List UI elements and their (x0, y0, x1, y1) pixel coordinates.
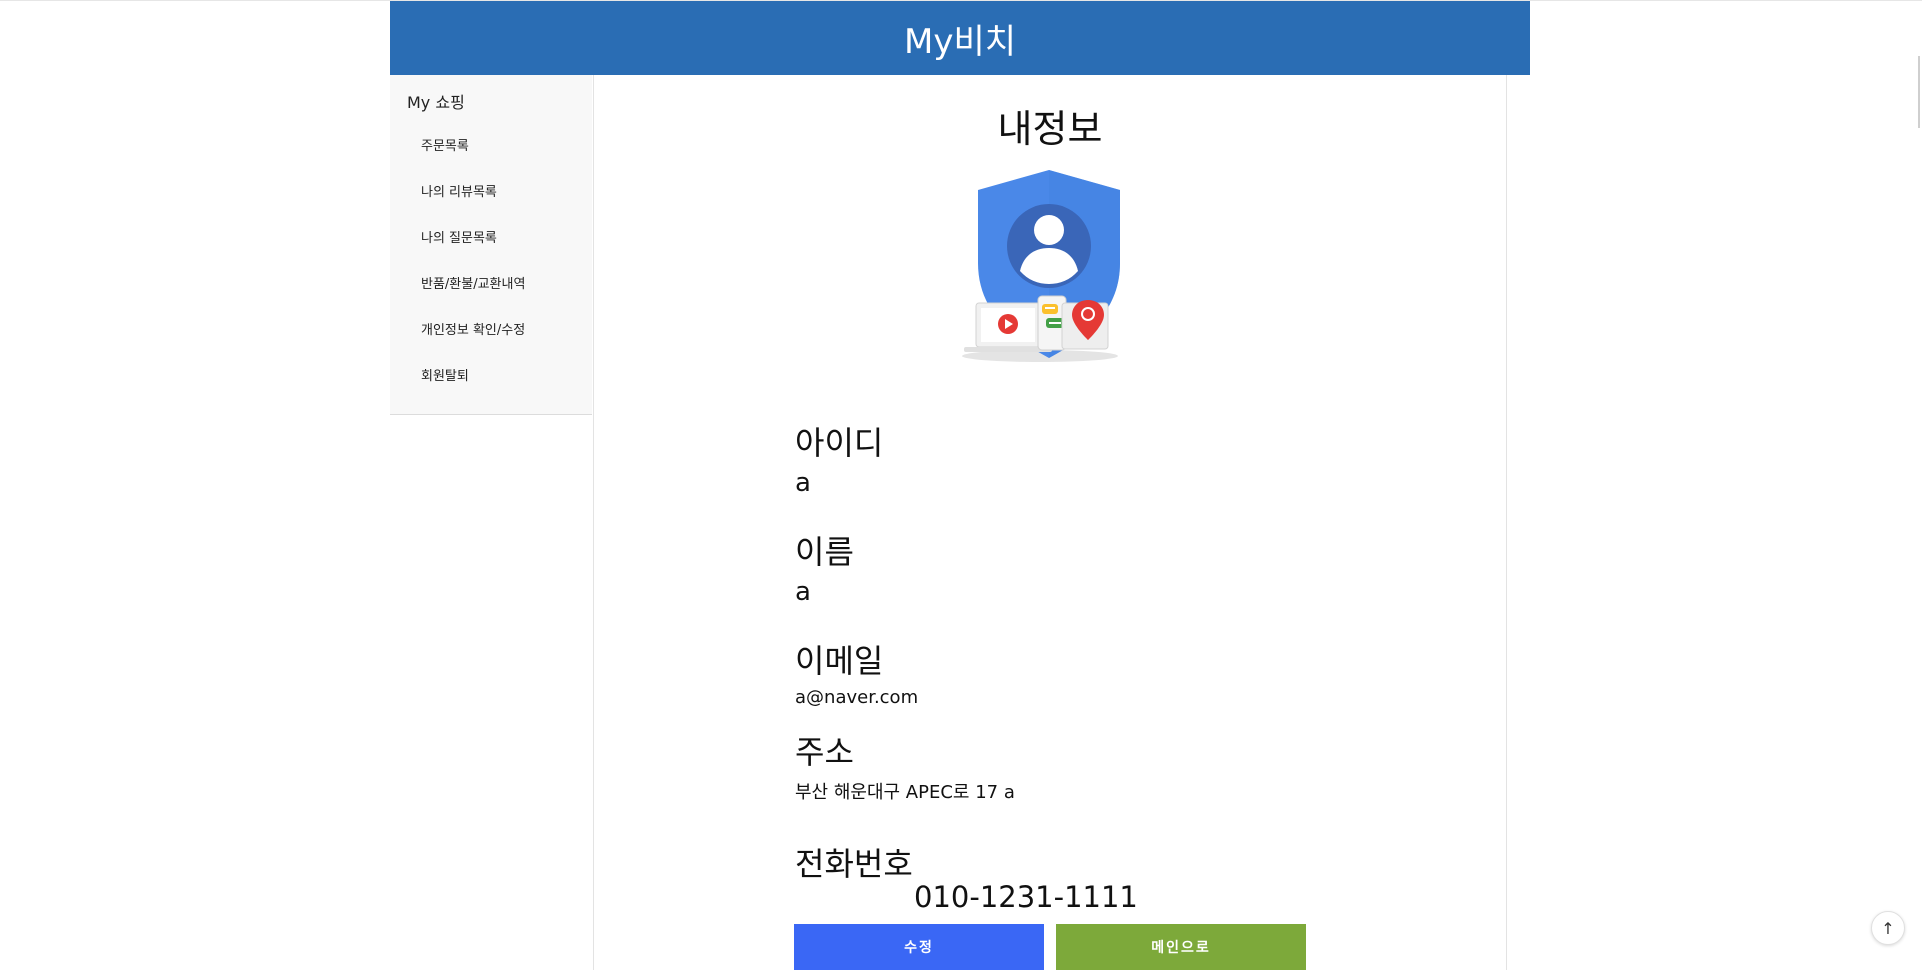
field-value-name: a (795, 577, 811, 607)
site-title[interactable]: My비치 (904, 14, 1016, 63)
field-value-address: 부산 해운대구 APEC로 17 a (795, 782, 1015, 803)
field-label-address: 주소 (795, 733, 854, 771)
field-value-phone: 010-1231-1111 (914, 880, 1138, 914)
field-label-phone: 전화번호 (795, 845, 913, 883)
site-header: My비치 (390, 1, 1530, 75)
sidebar-item-reviews[interactable]: 나의 리뷰목록 (421, 181, 497, 200)
field-value-id: a (795, 468, 811, 498)
sidebar: My 쇼핑 주문목록 나의 리뷰목록 나의 질문목록 반품/환불/교환내역 개인… (390, 75, 592, 415)
sidebar-item-withdraw[interactable]: 회원탈퇴 (421, 365, 469, 384)
field-label-name: 이름 (795, 533, 854, 571)
sidebar-item-orders[interactable]: 주문목록 (421, 135, 469, 154)
edit-button[interactable]: 수정 (794, 924, 1044, 970)
go-main-button[interactable]: 메인으로 (1056, 924, 1306, 970)
content-border-right (1506, 75, 1507, 970)
field-label-email: 이메일 (795, 642, 884, 680)
sidebar-item-questions[interactable]: 나의 질문목록 (421, 227, 497, 246)
sidebar-title: My 쇼핑 (407, 93, 465, 112)
sidebar-item-returns[interactable]: 반품/환불/교환내역 (421, 273, 525, 292)
content-border-left (593, 75, 594, 970)
page: My비치 My 쇼핑 주문목록 나의 리뷰목록 나의 질문목록 반품/환불/교환… (0, 0, 1922, 970)
arrow-up-icon: ↑ (1881, 918, 1895, 938)
page-title: 내정보 (997, 107, 1103, 151)
scroll-top-button[interactable]: ↑ (1871, 911, 1905, 945)
account-shield-illustration (962, 170, 1120, 362)
sidebar-item-profile-edit[interactable]: 개인정보 확인/수정 (421, 319, 525, 338)
field-label-id: 아이디 (795, 424, 884, 462)
scrollbar[interactable] (1918, 56, 1920, 128)
field-value-email: a@naver.com (795, 687, 919, 708)
